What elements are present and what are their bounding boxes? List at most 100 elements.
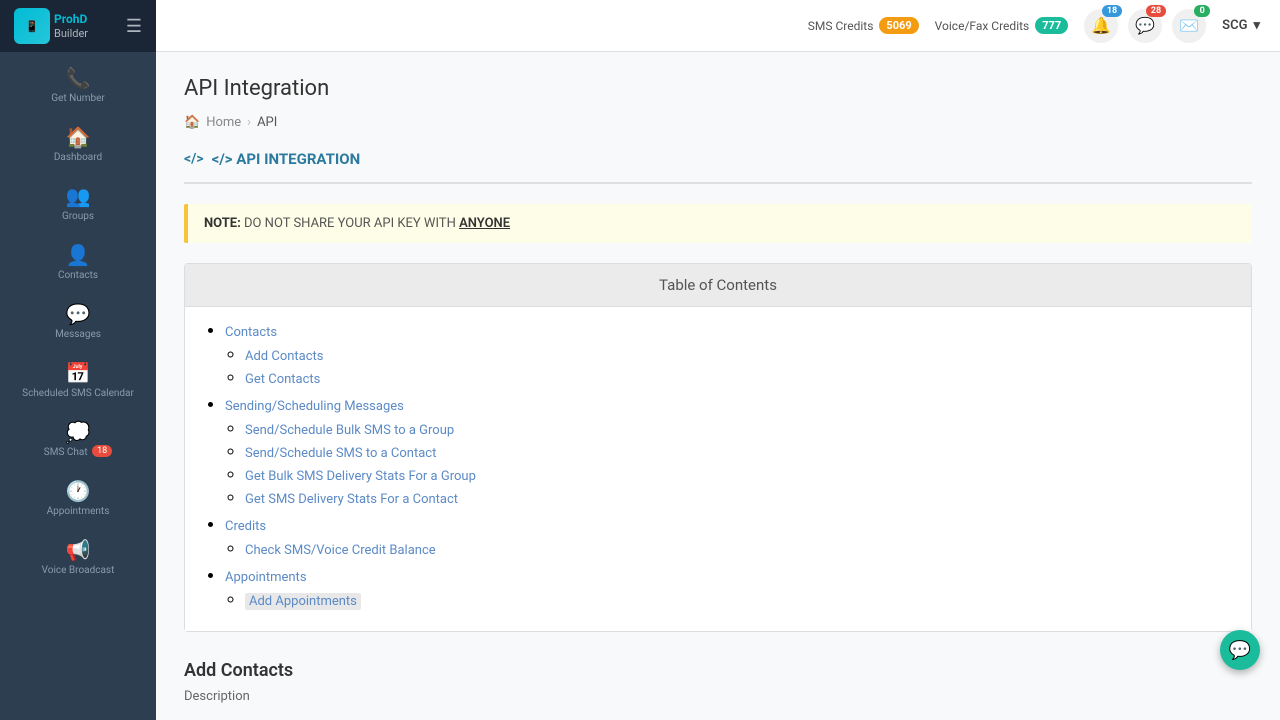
sidebar-item-label: Dashboard bbox=[54, 152, 102, 164]
toc-link-add-appointments[interactable]: Add Appointments bbox=[245, 593, 361, 610]
hamburger-icon[interactable]: ☰ bbox=[126, 16, 142, 37]
toc-list: Contacts Add Contacts Get Contacts Sendi… bbox=[205, 321, 1231, 609]
notification-button[interactable]: 🔔 18 bbox=[1084, 9, 1118, 43]
api-integration-header: </> </> API INTEGRATION bbox=[184, 150, 1252, 184]
toc-sub-appointments: Add Appointments bbox=[225, 590, 1231, 609]
table-of-contents: Table of Contents Contacts Add Contacts … bbox=[184, 263, 1252, 632]
sidebar-item-appointments[interactable]: 🕐 Appointments bbox=[0, 469, 156, 528]
broadcast-icon: 📢 bbox=[66, 538, 91, 562]
sidebar-item-dashboard[interactable]: 🏠 Dashboard bbox=[0, 115, 156, 174]
toc-section-contacts: Contacts Add Contacts Get Contacts bbox=[225, 321, 1231, 387]
page-title: API Integration bbox=[184, 76, 1252, 101]
code-icon: </> bbox=[184, 151, 204, 167]
brand-name: ProhD bbox=[54, 12, 87, 26]
toc-link-check-balance[interactable]: Check SMS/Voice Credit Balance bbox=[245, 543, 436, 558]
chevron-down-icon: ▾ bbox=[1253, 18, 1260, 33]
voice-fax-badge: 777 bbox=[1035, 17, 1068, 34]
toc-link-contacts[interactable]: Contacts bbox=[225, 325, 277, 340]
breadcrumb: 🏠 Home › API bbox=[184, 115, 1252, 130]
topbar-icons: 🔔 18 💬 28 ✉️ 0 bbox=[1084, 9, 1206, 43]
list-item: Get Bulk SMS Delivery Stats For a Group bbox=[245, 465, 1231, 484]
list-item: Send/Schedule Bulk SMS to a Group bbox=[245, 419, 1231, 438]
toc-sub-contacts: Add Contacts Get Contacts bbox=[225, 345, 1231, 387]
toc-link-sms-contact[interactable]: Send/Schedule SMS to a Contact bbox=[245, 446, 436, 461]
sms-credits: SMS Credits 5069 bbox=[808, 17, 919, 34]
sidebar-item-label: Appointments bbox=[47, 506, 110, 518]
fab-button[interactable]: 💬 bbox=[1220, 630, 1260, 670]
toc-link-get-contacts[interactable]: Get Contacts bbox=[245, 372, 320, 387]
logo-icon: 📱 bbox=[14, 8, 50, 44]
home-icon: 🏠 bbox=[184, 115, 200, 130]
sidebar-item-sms-chat[interactable]: 💭 SMS Chat 18 bbox=[0, 410, 156, 469]
note-prefix: NOTE: bbox=[204, 216, 241, 231]
brand-sub: Builder bbox=[54, 27, 88, 40]
toc-link-messaging[interactable]: Sending/Scheduling Messages bbox=[225, 399, 404, 414]
list-item: Get SMS Delivery Stats For a Contact bbox=[245, 488, 1231, 507]
api-header-title: </> </> API INTEGRATION bbox=[184, 150, 1252, 168]
mail-badge: 0 bbox=[1194, 5, 1210, 17]
sidebar-nav: 📞 Get Number 🏠 Dashboard 👥 Groups 👤 Cont… bbox=[0, 52, 156, 587]
sidebar-item-label: Voice Broadcast bbox=[42, 565, 115, 577]
list-item: Get Contacts bbox=[245, 368, 1231, 387]
toc-link-appointments[interactable]: Appointments bbox=[225, 570, 307, 585]
phone-icon: 📞 bbox=[66, 66, 91, 90]
note-box: NOTE: DO NOT SHARE YOUR API KEY WITH ANY… bbox=[184, 204, 1252, 243]
breadcrumb-separator: › bbox=[247, 115, 251, 130]
sms-credits-label: SMS Credits bbox=[808, 19, 874, 33]
user-label: SCG bbox=[1222, 18, 1247, 33]
sidebar-header: 📱 ProhD Builder ☰ bbox=[0, 0, 156, 52]
notification-badge: 18 bbox=[1102, 5, 1122, 17]
toc-section-appointments: Appointments Add Appointments bbox=[225, 566, 1231, 609]
calendar-icon: 📅 bbox=[66, 361, 91, 385]
list-item: Add Appointments bbox=[245, 590, 1231, 609]
sidebar-item-groups[interactable]: 👥 Groups bbox=[0, 174, 156, 233]
toc-link-add-contacts[interactable]: Add Contacts bbox=[245, 349, 324, 364]
toc-title: Table of Contents bbox=[185, 264, 1251, 307]
topbar: SMS Credits 5069 Voice/Fax Credits 777 🔔… bbox=[156, 0, 1280, 52]
list-item: Check SMS/Voice Credit Balance bbox=[245, 539, 1231, 558]
chat-fab-icon: 💬 bbox=[1229, 640, 1251, 661]
breadcrumb-current: API bbox=[257, 115, 277, 130]
add-contacts-heading: Add Contacts bbox=[184, 660, 1252, 681]
api-title-text: </> API INTEGRATION bbox=[212, 150, 361, 168]
toc-link-delivery-contact[interactable]: Get SMS Delivery Stats For a Contact bbox=[245, 492, 458, 507]
description-label: Description bbox=[184, 689, 1252, 704]
message-badge: 28 bbox=[1146, 5, 1166, 17]
messages-button[interactable]: 💬 28 bbox=[1128, 9, 1162, 43]
list-item: Send/Schedule SMS to a Contact bbox=[245, 442, 1231, 461]
voice-fax-label: Voice/Fax Credits bbox=[935, 19, 1030, 33]
sidebar-item-scheduled-sms[interactable]: 📅 Scheduled SMS Calendar bbox=[0, 351, 156, 410]
note-emphasis: ANYONE bbox=[459, 216, 510, 231]
sidebar-item-label: SMS Chat 18 bbox=[44, 447, 112, 459]
toc-link-bulk-sms-group[interactable]: Send/Schedule Bulk SMS to a Group bbox=[245, 423, 454, 438]
user-menu[interactable]: SCG ▾ bbox=[1222, 18, 1260, 33]
toc-content: Contacts Add Contacts Get Contacts Sendi… bbox=[185, 307, 1251, 631]
sidebar-item-label: Get Number bbox=[51, 93, 105, 105]
sidebar-item-label: Contacts bbox=[58, 270, 98, 282]
chat-icon: 💭 bbox=[66, 420, 91, 444]
sidebar-item-messages[interactable]: 💬 Messages bbox=[0, 292, 156, 351]
sidebar-item-voice-broadcast[interactable]: 📢 Voice Broadcast bbox=[0, 528, 156, 587]
sidebar-item-label: Messages bbox=[55, 329, 101, 341]
sms-chat-badge: 18 bbox=[92, 445, 112, 457]
toc-link-bulk-delivery-group[interactable]: Get Bulk SMS Delivery Stats For a Group bbox=[245, 469, 476, 484]
logo-text: ProhD Builder bbox=[54, 12, 88, 40]
toc-sub-messaging: Send/Schedule Bulk SMS to a Group Send/S… bbox=[225, 419, 1231, 507]
toc-section-credits: Credits Check SMS/Voice Credit Balance bbox=[225, 515, 1231, 558]
toc-section-messaging: Sending/Scheduling Messages Send/Schedul… bbox=[225, 395, 1231, 507]
sidebar-item-label: Scheduled SMS Calendar bbox=[22, 388, 134, 400]
sidebar-item-contacts[interactable]: 👤 Contacts bbox=[0, 233, 156, 292]
sms-credits-badge: 5069 bbox=[879, 17, 918, 34]
breadcrumb-home[interactable]: Home bbox=[206, 115, 241, 130]
list-item: Add Contacts bbox=[245, 345, 1231, 364]
groups-icon: 👥 bbox=[66, 184, 91, 208]
page-content: API Integration 🏠 Home › API </> </> API… bbox=[156, 52, 1280, 720]
messages-icon: 💬 bbox=[66, 302, 91, 326]
mail-button[interactable]: ✉️ 0 bbox=[1172, 9, 1206, 43]
sidebar-item-label: Groups bbox=[62, 211, 94, 223]
appointments-icon: 🕐 bbox=[66, 479, 91, 503]
sidebar-item-get-number[interactable]: 📞 Get Number bbox=[0, 56, 156, 115]
logo: 📱 ProhD Builder bbox=[14, 8, 88, 44]
toc-link-credits[interactable]: Credits bbox=[225, 519, 266, 534]
contacts-icon: 👤 bbox=[66, 243, 91, 267]
